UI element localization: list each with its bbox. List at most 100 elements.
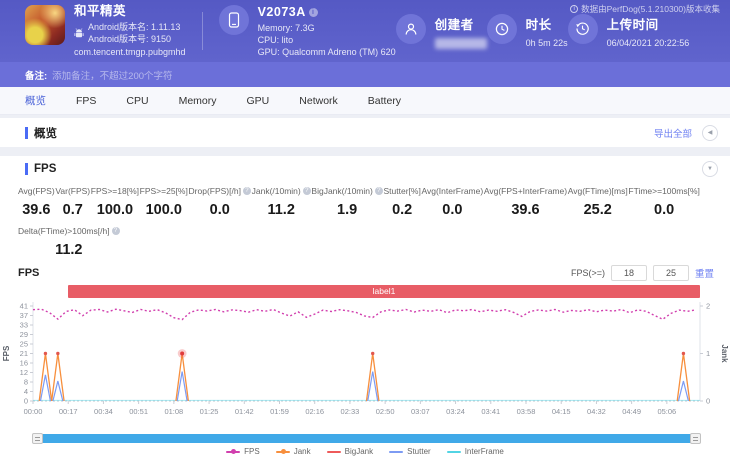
android-version-name: Android版本名: 1.11.13 [88,22,181,33]
note-placeholder: 添加备注，不超过200个字符 [52,70,173,82]
svg-text:03:58: 03:58 [517,407,536,416]
stat-var-fps: Var(FPS) 0.7 [55,186,91,218]
svg-text:03:07: 03:07 [411,407,430,416]
svg-text:02:50: 02:50 [376,407,395,416]
stat-fps-ge-18: FPS>=18[%] 100.0 [90,186,139,218]
legend-swatch [326,450,341,453]
chart-datazoom-scrollbar[interactable] [32,433,701,444]
export-all-link[interactable]: 导出全部 [654,126,692,140]
fps-chart[interactable]: 413733292521161284021000:00 00:17 00:34 00:… [0,298,730,434]
legend-item-bigjank[interactable]: BigJank [326,447,373,456]
history-clock-icon [567,13,598,44]
tab-battery[interactable]: Battery [368,95,401,107]
svg-text:02:16: 02:16 [305,407,324,416]
help-icon[interactable]: ? [302,187,311,195]
svg-text:12: 12 [20,368,28,377]
collector-note: i 数据由PerfDog(5.1.210300)版本收集 [570,3,720,15]
fps-stats-row2: Delta(FTime)>100ms[/h]? 11.2 [0,218,730,259]
svg-text:01:08: 01:08 [164,407,183,416]
svg-text:05:06: 05:06 [657,407,676,416]
section-accent-bar [25,126,28,139]
overview-title: 概览 [34,127,57,140]
tab-fps[interactable]: FPS [76,95,96,107]
app-package: com.tencent.tmgp.pubgmhd [74,47,186,58]
stat-drop-fps: Drop(FPS)[/h]? 0.0 [189,186,251,218]
datazoom-left-handle[interactable] [32,433,43,444]
legend-item-interframe[interactable]: InterFrame [446,447,504,456]
chart-legend: FPS Jank BigJank Stutter InterFrame [0,447,730,456]
creator-group: 创建者 [395,13,487,49]
stat-stutter: Stutter[%] 0.2 [383,186,421,218]
stat-ftime-ge-100ms: FTime>=100ms[%] 0.0 [628,186,700,218]
device-name-row: V2073A i [258,5,396,19]
upload-time-label: 上传时间 [606,17,659,32]
svg-text:0: 0 [24,397,28,406]
datazoom-right-handle[interactable] [690,433,701,444]
svg-text:02:33: 02:33 [341,407,360,416]
svg-text:16: 16 [20,359,28,368]
device-gpu: GPU: Qualcomm Adreno (TM) 620 [257,46,396,57]
help-icon[interactable]: ? [374,187,383,195]
svg-text:00:00: 00:00 [24,407,43,416]
overview-section: 概览 导出全部 ◀ [0,118,730,147]
legend-item-jank[interactable]: Jank [275,447,311,456]
clock-icon [486,13,517,44]
svg-text:01:42: 01:42 [235,407,254,416]
svg-text:21: 21 [20,349,28,358]
fps-section-title: FPS [34,163,57,175]
svg-text:41: 41 [20,302,28,311]
legend-item-fps[interactable]: FPS [226,447,260,456]
svg-text:04:15: 04:15 [552,407,571,416]
svg-text:01:25: 01:25 [200,407,219,416]
tab-overview[interactable]: 概览 [25,93,46,108]
collapse-down-button[interactable]: ▼ [702,161,718,177]
svg-text:37: 37 [20,311,28,320]
legend-item-stutter[interactable]: Stutter [389,447,431,456]
svg-text:25: 25 [20,340,28,349]
stat-avg-interframe: Avg(InterFrame) 0.0 [421,186,484,218]
help-icon[interactable]: ? [242,187,251,195]
creator-label: 创建者 [434,17,474,32]
tab-gpu[interactable]: GPU [247,95,270,107]
section-accent-bar [25,163,28,175]
note-label: 备注: [25,70,48,82]
android-version-code: Android版本号: 9150 [88,34,172,45]
tab-memory[interactable]: Memory [179,95,217,107]
device-info-icon[interactable]: i [308,7,318,17]
collector-note-text: 数据由PerfDog(5.1.210300)版本收集 [581,4,720,14]
section-tabs: 概览 FPS CPU Memory GPU Network Battery [0,87,730,115]
svg-text:04:49: 04:49 [622,407,641,416]
legend-swatch [389,450,404,453]
svg-text:0: 0 [706,397,710,406]
fps-threshold-input-2[interactable] [652,265,689,281]
legend-swatch [226,449,241,454]
svg-text:FPS: FPS [2,345,11,361]
help-icon[interactable]: ? [111,227,120,235]
app-info-group: 和平精英 Android版本名: 1.11.13 Android版本号: 915… [25,5,186,58]
tab-network[interactable]: Network [299,95,338,107]
collapse-left-button[interactable]: ◀ [702,124,718,141]
note-bar[interactable]: 备注: 添加备注，不超过200个字符 [0,62,730,87]
svg-text:00:34: 00:34 [94,407,113,416]
stat-fps-ge-25: FPS>=25[%] 100.0 [139,186,188,218]
svg-text:00:51: 00:51 [129,407,148,416]
reset-button[interactable]: 重置 [695,266,714,280]
duration-value: 0h 5m 22s [525,37,568,48]
app-title: 和平精英 [74,3,127,18]
tab-cpu[interactable]: CPU [126,95,148,107]
legend-swatch [446,450,461,453]
fps-chart-header: FPS FPS(>=) 重置 [0,261,730,285]
svg-text:1: 1 [706,349,710,358]
svg-text:4: 4 [24,387,28,396]
fps-threshold-input-1[interactable] [610,265,647,281]
upload-time-value: 06/04/2021 20:22:56 [606,37,690,48]
svg-text:33: 33 [20,321,28,330]
stat-bigjank: BigJank(/10min)? 1.9 [311,186,383,218]
fps-threshold-controls: FPS(>=) 重置 [571,265,714,281]
device-info-group: V2073A i Memory: 7.3G CPU: lito GPU: Qual… [218,4,396,58]
info-icon: i [570,5,579,13]
svg-text:00:17: 00:17 [59,407,78,416]
svg-text:8: 8 [24,378,28,387]
duration-label: 时长 [525,17,552,32]
upload-time-group: 上传时间 06/04/2021 20:22:56 [567,13,690,49]
